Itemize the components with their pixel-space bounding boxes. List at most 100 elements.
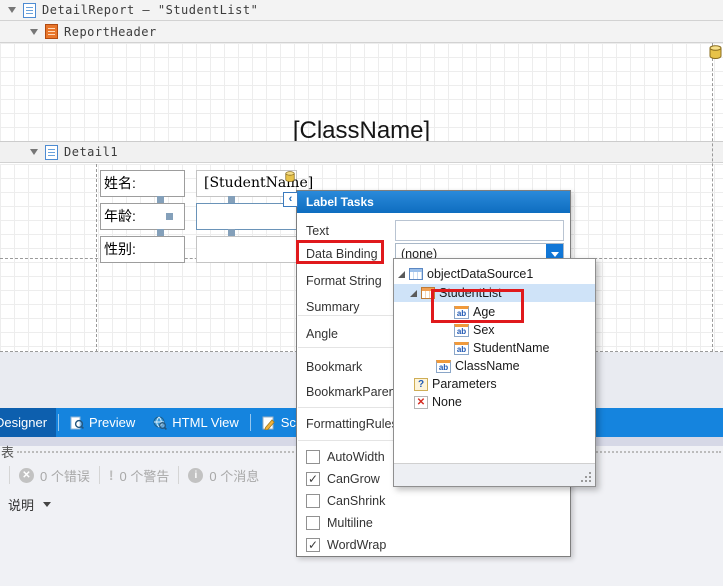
warnings-button[interactable]: ! 0 个警告 [109,466,170,485]
collapse-arrow-icon[interactable] [30,149,38,155]
sex-caption-cell[interactable]: 性别: [100,236,185,263]
summary-link[interactable]: Summary [306,300,359,314]
none-icon [414,395,428,409]
tree-node-label: ClassName [455,359,520,373]
band-title: ReportHeader [64,24,157,39]
canshrink-checkbox[interactable] [306,494,320,508]
description-column-header[interactable]: 说明 [8,495,52,514]
error-icon: ✕ [19,467,34,483]
parameters-icon [414,377,428,391]
tree-node-none[interactable]: None [414,393,462,411]
wordwrap-checkbox[interactable]: ✓ [306,538,320,552]
checkbox-label: CanShrink [327,494,386,508]
bound-field-icon [285,171,295,182]
report-designer-window: DetailReport — "StudentList" ReportHeade… [0,0,723,586]
field-ab-icon [436,359,451,373]
datasource-icon [709,45,722,59]
report-header-surface[interactable]: [ClassName] [0,43,723,144]
description-label: 说明 [8,498,35,513]
datasource-table-icon [409,268,423,280]
expanded-arrow-icon[interactable] [410,289,417,297]
band-detail1[interactable]: Detail1 [0,141,723,163]
smart-tag-button[interactable]: ‹ [283,192,298,207]
band-report-header[interactable]: ReportHeader [0,21,723,43]
chevron-down-icon [43,502,52,507]
canshrink-option[interactable]: CanShrink [306,494,385,508]
detail-band-icon [45,144,58,160]
report-header-band-icon [45,24,58,39]
error-toolbar: ✕ 0 个错误 ! 0 个警告 i 0 个消息 [0,460,259,490]
label-tasks-header[interactable]: Label Tasks [297,191,570,213]
format-string-link[interactable]: Format String [306,274,382,288]
error-list-title: 表 [1,445,15,460]
info-icon: i [188,467,204,483]
checkbox-label: CanGrow [327,472,380,486]
data-binding-dropdown: objectDataSource1 StudentList Age Sex St… [393,258,596,487]
selection-handle[interactable] [228,229,235,236]
expanded-arrow-icon[interactable] [398,270,405,278]
preview-icon [70,416,84,429]
right-margin-guide-line [712,43,713,352]
tab-preview[interactable]: Preview [61,408,144,437]
tree-node-label: Sex [473,323,495,337]
autowidth-option[interactable]: AutoWidth [306,450,385,464]
age-field-cell-selected[interactable] [196,203,297,230]
autowidth-checkbox[interactable] [306,450,320,464]
tree-node-classname[interactable]: ClassName [436,357,520,375]
data-binding-highlight-box [296,240,384,264]
tab-html-view[interactable]: HTML View [144,408,247,437]
report-band-icon [23,2,36,18]
wordwrap-option[interactable]: ✓ WordWrap [306,538,386,552]
tree-node-label: objectDataSource1 [427,267,534,281]
messages-count: 0 个消息 [209,468,260,484]
scripts-icon [262,416,275,430]
messages-button[interactable]: i 0 个消息 [188,466,259,485]
warning-icon: ! [108,467,114,483]
text-label: Text [306,224,329,238]
cangrow-option[interactable]: ✓ CanGrow [306,472,380,486]
tree-node-label: StudentName [473,341,550,355]
name-caption-cell[interactable]: 姓名: [100,170,185,197]
tree-node-parameters[interactable]: Parameters [414,375,497,393]
toolbar-separator [9,466,10,484]
selection-handle[interactable] [166,213,173,220]
tab-label: Designer [0,415,48,430]
bookmark-link[interactable]: Bookmark [306,360,362,374]
selection-handle[interactable] [157,196,164,203]
dropdown-footer [394,463,595,486]
band-title: DetailReport — "StudentList" [42,3,259,17]
angle-link[interactable]: Angle [306,327,338,341]
formatting-rules-link[interactable]: FormattingRules [306,417,398,431]
tab-designer[interactable]: Designer [0,408,57,437]
resize-grip[interactable] [589,480,591,482]
studentname-field-cell[interactable]: [StudentName] [196,170,313,197]
multiline-option[interactable]: Multiline [306,516,373,530]
cangrow-checkbox[interactable]: ✓ [306,472,320,486]
bookmark-parent-link[interactable]: BookmarkParent [306,385,399,399]
tree-node-studentname[interactable]: StudentName [454,339,549,357]
warnings-count: 0 个警告 [119,468,170,484]
tree-node-label: Parameters [432,377,497,391]
checkbox-label: WordWrap [327,538,387,552]
errors-button[interactable]: ✕ 0 个错误 [19,466,90,485]
selection-handle[interactable] [228,196,235,203]
band-title: Detail1 [64,145,119,159]
text-input[interactable] [395,220,564,241]
tree-node-datasource[interactable]: objectDataSource1 [398,265,533,283]
toolbar-separator [98,466,100,484]
age-highlight-box [431,289,524,323]
tree-node-sex[interactable]: Sex [454,321,495,339]
multiline-checkbox[interactable] [306,516,320,530]
checkbox-label: AutoWidth [327,450,385,464]
selection-handle[interactable] [157,229,164,236]
band-detail-report[interactable]: DetailReport — "StudentList" [0,0,723,21]
errors-count: 0 个错误 [40,468,90,484]
field-ab-icon [454,341,469,355]
checkbox-label: Multiline [327,516,373,530]
tab-separator [249,414,251,431]
tab-separator [58,414,60,431]
sex-field-cell[interactable] [196,236,297,263]
html-view-icon [153,416,168,430]
collapse-arrow-icon[interactable] [8,7,16,13]
collapse-arrow-icon[interactable] [30,28,38,35]
